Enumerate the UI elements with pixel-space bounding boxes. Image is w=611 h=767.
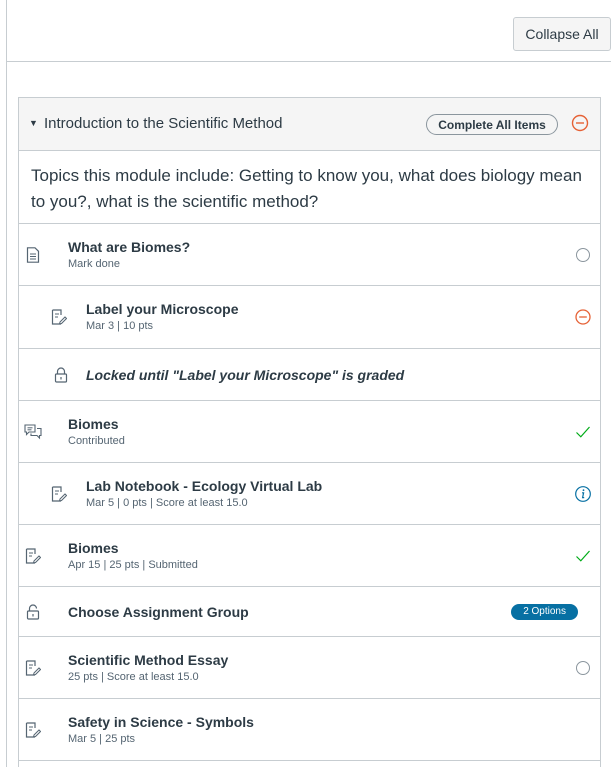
module-overview: Topics this module include: Getting to k…	[19, 151, 600, 224]
item-title[interactable]: Choose Assignment Group	[68, 603, 249, 621]
item-title[interactable]: Label your Microscope	[86, 300, 238, 318]
item-details: Contributed	[68, 434, 125, 447]
module-item-biomes-discussion[interactable]: Biomes Contributed	[19, 401, 600, 463]
complete-all-items-button[interactable]: Complete All Items	[426, 114, 558, 135]
mark-done-link[interactable]: Mark done	[68, 257, 190, 272]
collapse-all-button[interactable]: Collapse All	[513, 17, 611, 51]
assignment-icon	[50, 308, 68, 326]
unlock-icon	[24, 603, 42, 621]
minus-circle-icon	[574, 308, 592, 326]
assignment-icon	[50, 485, 68, 503]
assignment-icon	[24, 721, 42, 739]
left-divider	[6, 0, 7, 767]
assignment-icon	[24, 547, 42, 565]
page-icon	[24, 246, 42, 264]
item-details: Mar 3 | 10 pts	[86, 320, 154, 332]
empty-circle-icon[interactable]	[574, 246, 592, 264]
module-title[interactable]: Introduction to the Scientific Method	[44, 115, 282, 132]
item-title[interactable]: Biomes	[68, 415, 125, 433]
modules-toolbar: Collapse All	[7, 0, 611, 62]
module-item-biomes-assignment[interactable]: Biomes Apr 15 | 25 pts | Submitted	[19, 525, 600, 587]
item-title[interactable]: Safety in Science - Symbols	[68, 713, 254, 731]
caret-down-icon[interactable]: ▼	[29, 118, 38, 128]
minus-circle-icon	[571, 114, 589, 137]
item-title[interactable]: What are Biomes?	[68, 238, 190, 256]
empty-circle-icon[interactable]	[574, 659, 592, 677]
module-item-locked: Locked until "Label your Microscope" is …	[19, 349, 600, 401]
module-item-scientific-method-essay[interactable]: Scientific Method Essay 25 pts | Score a…	[19, 637, 600, 699]
module-item-what-are-biomes[interactable]: What are Biomes? Mark done	[19, 224, 600, 286]
info-icon[interactable]	[574, 485, 592, 503]
assignment-icon	[24, 659, 42, 677]
item-title[interactable]: Lab Notebook - Ecology Virtual Lab	[86, 477, 322, 495]
locked-message: Locked until "Label your Microscope" is …	[86, 366, 405, 383]
item-details: 25 pts | Score at least 15.0	[68, 670, 199, 683]
module-item-choose-assignment-group[interactable]: Choose Assignment Group 2 Options	[19, 587, 600, 637]
module-item-safety-in-science[interactable]: Safety in Science - Symbols Mar 5 | 25 p…	[19, 699, 600, 761]
item-title[interactable]: Biomes	[68, 539, 198, 557]
item-details: Mar 5 | 25 pts	[68, 732, 136, 745]
module-item-lab-notebook[interactable]: Lab Notebook - Ecology Virtual Lab Mar 5…	[19, 463, 600, 525]
check-icon	[574, 547, 592, 565]
module-header[interactable]: ▼ Introduction to the Scientific Method …	[19, 98, 600, 151]
module-item-label-microscope[interactable]: Label your Microscope Mar 3 | 10 pts	[19, 286, 600, 349]
discussion-icon	[24, 423, 42, 441]
options-badge[interactable]: 2 Options	[511, 603, 578, 620]
item-details: Apr 15 | 25 pts | Submitted	[68, 558, 198, 571]
check-icon	[574, 423, 592, 441]
item-details: Mar 5 | 0 pts | Score at least 15.0	[86, 496, 248, 509]
item-title[interactable]: Scientific Method Essay	[68, 651, 228, 669]
lock-icon	[52, 366, 70, 384]
module-panel: ▼ Introduction to the Scientific Method …	[18, 97, 601, 767]
